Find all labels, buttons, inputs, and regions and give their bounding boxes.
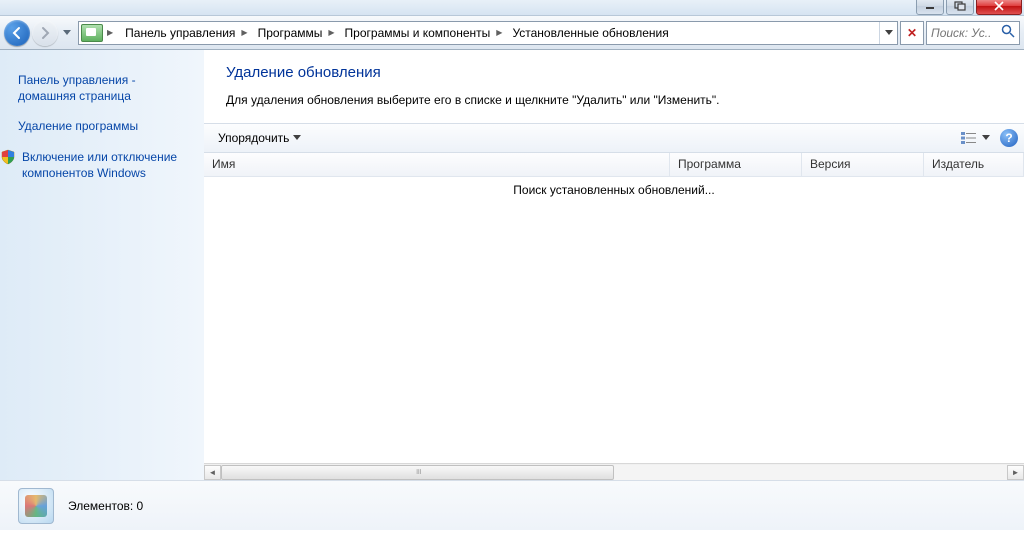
status-text: Элементов: 0 xyxy=(68,499,143,513)
breadcrumb-item[interactable]: Программы xyxy=(250,22,327,44)
forward-button[interactable] xyxy=(32,20,58,46)
horizontal-scrollbar[interactable]: ◄ ► xyxy=(204,463,1024,480)
page-title: Удаление обновления xyxy=(226,64,1002,81)
column-program[interactable]: Программа xyxy=(670,153,802,176)
column-headers: Имя Программа Версия Издатель xyxy=(204,153,1024,177)
scroll-track[interactable] xyxy=(221,465,1007,480)
updates-list: Поиск установленных обновлений... xyxy=(204,177,1024,463)
chevron-right-icon[interactable]: ▶ xyxy=(105,28,117,37)
main-content: Удаление обновления Для удаления обновле… xyxy=(204,50,1024,480)
view-options-button[interactable] xyxy=(956,129,994,147)
column-publisher[interactable]: Издатель xyxy=(924,153,1024,176)
page-description: Для удаления обновления выберите его в с… xyxy=(226,93,1002,107)
breadcrumb-item[interactable]: Программы и компоненты xyxy=(337,22,495,44)
address-bar[interactable]: ▶ Панель управления ▶ Программы ▶ Програ… xyxy=(78,21,898,45)
chevron-right-icon[interactable]: ▶ xyxy=(326,28,336,37)
title-bar xyxy=(0,0,1024,16)
control-panel-icon xyxy=(81,24,103,42)
sidebar-uninstall-link[interactable]: Удаление программы xyxy=(18,118,194,134)
sidebar: Панель управления - домашняя страница Уд… xyxy=(0,50,204,480)
stop-refresh-button[interactable]: ✕ xyxy=(900,21,924,45)
status-bar: Элементов: 0 xyxy=(0,480,1024,530)
searching-text: Поиск установленных обновлений... xyxy=(513,183,714,463)
maximize-button[interactable] xyxy=(946,0,974,15)
sidebar-windows-features-link[interactable]: Включение или отключение компонентов Win… xyxy=(22,149,194,181)
organize-button[interactable]: Упорядочить xyxy=(210,126,305,150)
column-name[interactable]: Имя xyxy=(204,153,670,176)
shield-icon xyxy=(0,149,16,165)
search-box[interactable] xyxy=(926,21,1020,45)
nav-history-dropdown[interactable] xyxy=(60,21,74,45)
scroll-left-button[interactable]: ◄ xyxy=(204,465,221,480)
chevron-right-icon[interactable]: ▶ xyxy=(494,28,504,37)
back-button[interactable] xyxy=(4,20,30,46)
navigation-bar: ▶ Панель управления ▶ Программы ▶ Програ… xyxy=(0,16,1024,50)
breadcrumb-item[interactable]: Установленные обновления xyxy=(504,22,672,44)
breadcrumb-item[interactable]: Панель управления xyxy=(117,22,239,44)
scroll-right-button[interactable]: ► xyxy=(1007,465,1024,480)
search-input[interactable] xyxy=(931,26,991,40)
scroll-thumb[interactable] xyxy=(221,465,614,480)
help-button[interactable]: ? xyxy=(1000,129,1018,147)
sidebar-home-link[interactable]: Панель управления - домашняя страница xyxy=(18,72,194,104)
search-icon[interactable] xyxy=(1001,24,1015,41)
chevron-right-icon[interactable]: ▶ xyxy=(239,28,249,37)
address-dropdown[interactable] xyxy=(879,22,897,44)
status-icon xyxy=(18,488,54,524)
minimize-button[interactable] xyxy=(916,0,944,15)
toolbar: Упорядочить ? xyxy=(204,123,1024,153)
column-version[interactable]: Версия xyxy=(802,153,924,176)
close-button[interactable] xyxy=(976,0,1022,15)
